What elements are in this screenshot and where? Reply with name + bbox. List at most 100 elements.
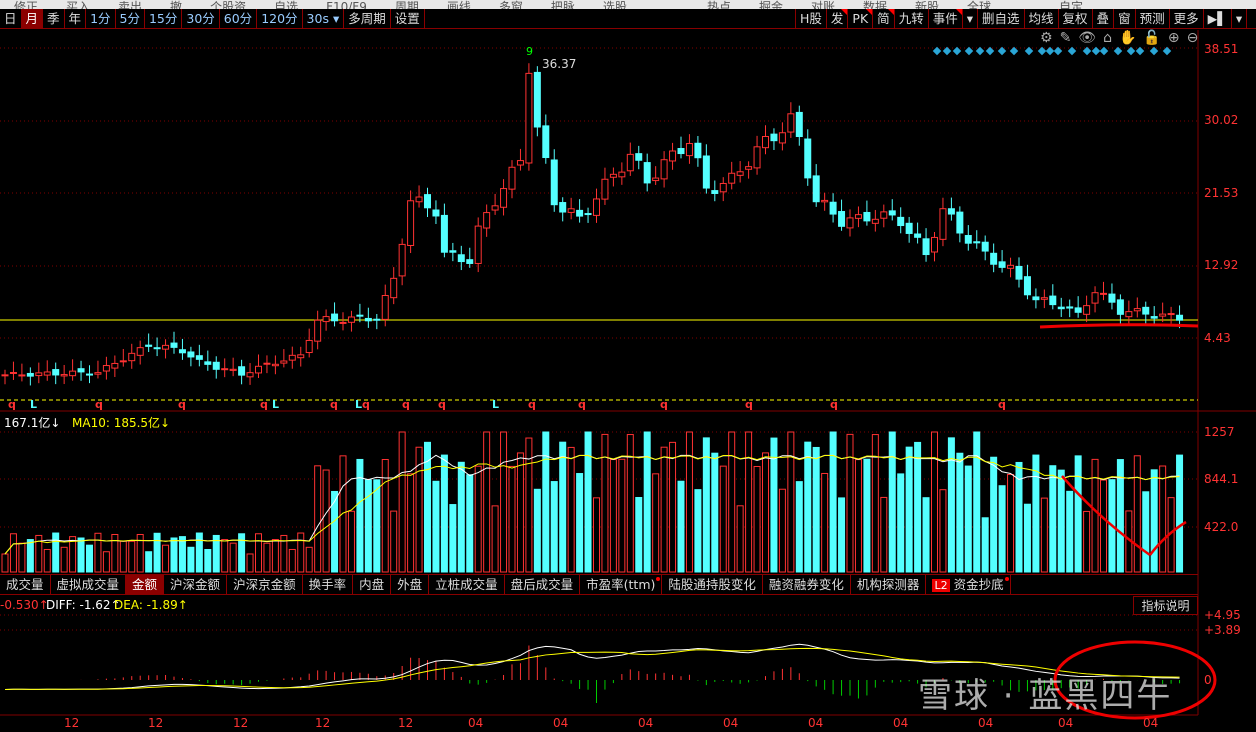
indicator-tab[interactable]: L2 资金抄底 xyxy=(926,575,1011,594)
volume-bar xyxy=(821,472,829,573)
macd-axis-label: +3.89 xyxy=(1204,623,1241,637)
indicator-tab[interactable]: 金额 xyxy=(126,575,165,594)
candle-body xyxy=(474,225,482,264)
indicator-tab-label: 金额 xyxy=(132,577,158,592)
candle-body xyxy=(685,143,693,157)
volume-bar xyxy=(1032,454,1040,573)
candle-body xyxy=(424,194,431,209)
volume-bar xyxy=(1133,455,1141,573)
signal-marker: q xyxy=(998,398,1006,411)
volume-bar xyxy=(229,542,237,573)
candle-body xyxy=(483,212,491,229)
event-diamond xyxy=(1099,46,1109,56)
volume-bar xyxy=(145,551,153,573)
volume-bar xyxy=(162,544,170,573)
chart-tool-icon[interactable]: ✋ xyxy=(1119,30,1136,46)
candle-body xyxy=(525,72,533,164)
volume-bar xyxy=(407,473,415,573)
price-axis-label: 4.43 xyxy=(1204,331,1231,345)
event-diamond xyxy=(1091,46,1101,56)
volume-bar xyxy=(331,490,339,573)
indicator-tab[interactable]: 沪深金额 xyxy=(164,575,228,594)
chart-tool-icon[interactable]: 🔓 xyxy=(1143,30,1160,46)
volume-bar xyxy=(728,431,736,573)
volume-bar xyxy=(905,446,913,573)
candle-body xyxy=(1066,306,1074,309)
volume-bar xyxy=(567,446,575,573)
volume-bar xyxy=(1057,469,1065,573)
stock-chart[interactable]: qLqqqLqLqqqLqqqqqq xyxy=(0,0,1256,732)
volume-bar xyxy=(221,539,229,573)
volume-bar xyxy=(542,431,550,573)
hand-drawn-underline xyxy=(1039,323,1199,329)
indicator-tab[interactable]: 成交量 xyxy=(0,575,51,594)
indicator-tab[interactable]: 立桩成交量 xyxy=(429,575,505,594)
indicator-tab[interactable]: 换手率 xyxy=(303,575,354,594)
candle-body xyxy=(1108,293,1116,303)
candle-body xyxy=(812,175,820,203)
volume-bar xyxy=(922,497,930,573)
candle-body xyxy=(593,198,600,216)
x-axis-label: 12 xyxy=(315,716,331,730)
candle-body xyxy=(212,361,220,370)
volume-bar xyxy=(897,473,905,573)
candle-body xyxy=(415,196,423,203)
indicator-explain-button[interactable]: 指标说明 xyxy=(1133,596,1198,615)
volume-bar xyxy=(305,546,313,573)
chart-tool-icon[interactable]: ⚙ xyxy=(1040,30,1053,46)
indicator-tab[interactable]: 沪深京金额 xyxy=(227,575,303,594)
volume-bar xyxy=(1074,455,1082,573)
x-axis-label: 12 xyxy=(233,716,249,730)
volume-bar xyxy=(1066,490,1074,573)
volume-bar xyxy=(170,537,178,573)
indicator-tab[interactable]: 盘后成交量 xyxy=(505,575,581,594)
volume-bar xyxy=(288,548,296,573)
candle-body xyxy=(280,360,288,364)
candle-body xyxy=(931,236,938,253)
indicator-tab-label: 内盘 xyxy=(359,577,385,592)
indicator-tab[interactable]: 融资融券变化 xyxy=(763,575,851,594)
candle-body xyxy=(111,362,119,369)
volume-bar xyxy=(1150,469,1158,573)
volume-bar xyxy=(652,473,660,573)
event-diamond xyxy=(964,46,974,56)
indicator-tab[interactable]: 机构探测器 xyxy=(851,575,927,594)
indicator-tab[interactable]: 外盘 xyxy=(391,575,430,594)
indicator-tab[interactable]: 虚拟成交量 xyxy=(51,575,127,594)
candle-body xyxy=(1007,264,1015,269)
macd-axis-label: 0 xyxy=(1204,673,1212,687)
volume-bar xyxy=(694,489,702,573)
volume-bar xyxy=(364,479,372,573)
price-axis-label: 30.02 xyxy=(1204,113,1239,127)
candle-body xyxy=(1150,316,1158,319)
volume-bar xyxy=(483,431,491,573)
chart-tool-icon[interactable]: 👁 xyxy=(1078,30,1096,46)
chart-tool-icon[interactable]: ⊕ xyxy=(1168,30,1180,46)
indicator-tab[interactable]: 内盘 xyxy=(353,575,392,594)
candle-body xyxy=(1091,292,1099,304)
volume-bar xyxy=(745,431,753,573)
indicator-tab[interactable]: 市盈率(ttm) xyxy=(580,575,663,594)
candle-body xyxy=(449,250,457,253)
chart-tool-icon[interactable]: ⊖ xyxy=(1187,30,1199,46)
chart-tool-icon[interactable]: ✎ xyxy=(1060,30,1072,46)
chart-tool-icon[interactable]: ⌂ xyxy=(1103,30,1112,46)
volume-bar xyxy=(880,496,888,573)
macd-dea: DEA: -1.89↑ xyxy=(114,598,188,612)
td-count-high: 9 xyxy=(526,45,533,58)
candle-body xyxy=(390,277,398,299)
candle-body xyxy=(567,208,575,213)
indicator-tab[interactable]: 陆股通持股变化 xyxy=(662,575,763,594)
macd-diff: DIFF: -1.62↑ xyxy=(46,598,121,612)
candle-body xyxy=(770,133,778,142)
candle-body xyxy=(35,372,43,377)
signal-marker: q xyxy=(95,398,103,411)
volume-bar xyxy=(9,533,17,573)
candle-body xyxy=(981,241,989,252)
volume-bar xyxy=(669,441,677,573)
candle-body xyxy=(204,361,212,365)
candle-body xyxy=(331,313,339,322)
candle-body xyxy=(457,254,465,263)
candle-body xyxy=(973,241,981,244)
volume-bar xyxy=(432,480,440,573)
